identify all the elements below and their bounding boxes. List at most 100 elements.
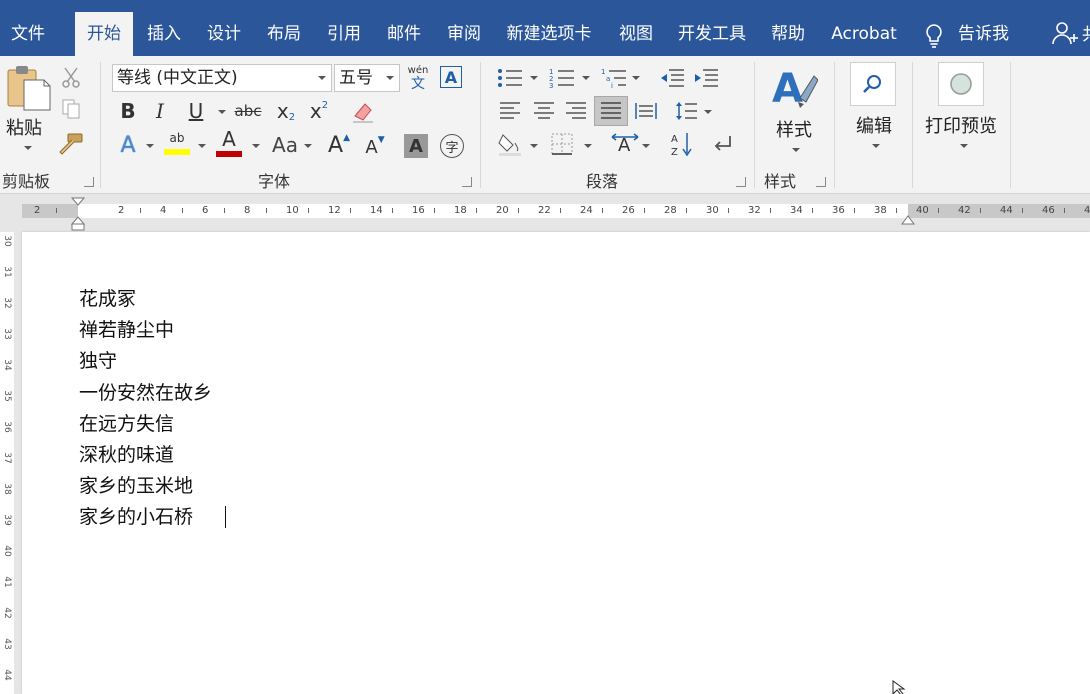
- share-button[interactable]: 共: [1052, 20, 1090, 50]
- tell-me-box[interactable]: 告诉我: [922, 12, 1022, 56]
- phonetic-guide-icon[interactable]: wén 文: [404, 62, 432, 94]
- editing-dropdown-icon[interactable]: [872, 144, 880, 148]
- decrease-indent-icon[interactable]: [658, 66, 686, 90]
- align-center-icon[interactable]: [530, 98, 558, 124]
- document-text-line[interactable]: 在远方失信: [79, 409, 174, 436]
- clear-formatting-icon[interactable]: [350, 100, 376, 124]
- font-name-field[interactable]: 等线 (中文正文): [112, 64, 332, 92]
- svg-text:A: A: [772, 66, 803, 112]
- format-painter-icon[interactable]: [58, 132, 84, 156]
- tab-mailings[interactable]: 邮件: [376, 12, 432, 56]
- bullets-icon[interactable]: [496, 66, 524, 90]
- tab-review[interactable]: 审阅: [436, 12, 492, 56]
- asian-layout-icon[interactable]: A: [608, 130, 642, 158]
- increase-indent-icon[interactable]: [692, 66, 720, 90]
- document-page[interactable]: 花成冢禅若静尘中独守一份安然在故乡 在远方失信深秋的味道家乡的玉米地 家乡的小石桥: [22, 232, 1090, 694]
- document-text-line[interactable]: 一份安然在故乡: [79, 378, 212, 405]
- bold-button[interactable]: B: [116, 98, 140, 124]
- tab-design[interactable]: 设计: [196, 12, 252, 56]
- tab-new-tab[interactable]: 新建选项卡: [496, 12, 602, 56]
- justify-icon[interactable]: [594, 96, 628, 126]
- text-effects-icon[interactable]: A: [114, 132, 142, 158]
- change-case-dropdown-icon[interactable]: [304, 144, 312, 148]
- numbering-dropdown-icon[interactable]: [582, 76, 590, 80]
- bullets-dropdown-icon[interactable]: [530, 76, 538, 80]
- svg-text:3: 3: [549, 82, 553, 89]
- styles-launcher-icon[interactable]: [816, 177, 826, 187]
- multilevel-list-icon[interactable]: 1ai: [600, 66, 628, 90]
- document-text-line[interactable]: 禅若静尘中: [79, 315, 174, 342]
- first-line-indent-marker[interactable]: [70, 196, 86, 232]
- editing-label[interactable]: 编辑: [856, 112, 892, 138]
- numbering-icon[interactable]: 123: [548, 66, 576, 90]
- document-text-line[interactable]: 花成冢: [79, 284, 136, 311]
- borders-dropdown-icon[interactable]: [584, 144, 592, 148]
- horizontal-ruler[interactable]: 2 2 4 6 8 10 12 14 16 18 20 22 24 26 28 30 32 34 36 38 40 42 4…: [0, 196, 1090, 232]
- right-indent-marker[interactable]: [900, 214, 916, 226]
- styles-label[interactable]: 样式: [776, 116, 812, 142]
- font-launcher-icon[interactable]: [462, 177, 472, 187]
- align-left-icon[interactable]: [496, 98, 524, 124]
- styles-icon[interactable]: A: [770, 62, 818, 114]
- character-border-icon[interactable]: A: [440, 66, 462, 88]
- paragraph-launcher-icon[interactable]: [736, 177, 746, 187]
- cut-icon[interactable]: [60, 66, 82, 88]
- paste-dropdown-icon[interactable]: [24, 146, 32, 150]
- superscript-button[interactable]: x2: [306, 98, 332, 124]
- subscript-button[interactable]: x2: [274, 98, 298, 124]
- font-color-dropdown-icon[interactable]: [252, 144, 260, 148]
- font-size-dropdown-icon[interactable]: [386, 76, 394, 80]
- tab-view[interactable]: 视图: [608, 12, 664, 56]
- font-color-icon[interactable]: A: [214, 128, 244, 158]
- highlight-color-icon[interactable]: ab: [162, 128, 192, 158]
- print-preview-label[interactable]: 打印预览: [925, 112, 997, 138]
- grow-font-button[interactable]: A ▲: [326, 132, 352, 158]
- vertical-ruler-tick-label: 31: [2, 266, 12, 278]
- paste-icon[interactable]: [6, 64, 52, 112]
- shading-icon[interactable]: [496, 130, 524, 158]
- character-shading-button[interactable]: A: [404, 134, 428, 158]
- text-effects-dropdown-icon[interactable]: [146, 144, 154, 148]
- tab-layout[interactable]: 布局: [256, 12, 312, 56]
- italic-button[interactable]: I: [148, 98, 172, 124]
- phonetic-bottom: 文: [411, 75, 425, 92]
- sort-icon[interactable]: AZ: [668, 130, 696, 158]
- line-spacing-icon[interactable]: [672, 98, 700, 124]
- shrink-font-button[interactable]: A ▼: [362, 134, 388, 160]
- strikethrough-button[interactable]: abc: [232, 98, 264, 124]
- document-text-line[interactable]: 深秋的味道: [79, 440, 174, 467]
- show-formatting-marks-icon[interactable]: [708, 130, 736, 158]
- enclose-characters-button[interactable]: 字: [440, 134, 464, 158]
- tab-home[interactable]: 开始: [75, 12, 133, 58]
- distributed-icon[interactable]: [632, 98, 660, 124]
- tab-help[interactable]: 帮助: [760, 12, 816, 56]
- ruler-minor-mark: [140, 208, 141, 213]
- print-preview-dropdown-icon[interactable]: [960, 144, 968, 148]
- borders-icon[interactable]: [548, 130, 576, 158]
- tab-insert[interactable]: 插入: [136, 12, 192, 56]
- align-right-icon[interactable]: [562, 98, 590, 124]
- clipboard-launcher-icon[interactable]: [84, 177, 94, 187]
- underline-button[interactable]: U: [184, 98, 208, 124]
- change-case-button[interactable]: Aa: [268, 132, 302, 158]
- font-name-dropdown-icon[interactable]: [318, 76, 326, 80]
- document-text-line[interactable]: 家乡的玉米地: [79, 471, 193, 498]
- highlight-dropdown-icon[interactable]: [198, 144, 206, 148]
- multilevel-dropdown-icon[interactable]: [632, 76, 640, 80]
- tab-file[interactable]: 文件: [0, 12, 56, 56]
- document-text-line[interactable]: 独守: [79, 346, 117, 373]
- find-icon[interactable]: [850, 62, 896, 106]
- asian-layout-dropdown-icon[interactable]: [642, 144, 650, 148]
- tab-developer[interactable]: 开发工具: [668, 12, 756, 56]
- tab-references[interactable]: 引用: [316, 12, 372, 56]
- copy-icon[interactable]: [60, 98, 82, 120]
- print-preview-icon[interactable]: [938, 62, 984, 106]
- styles-dropdown-icon[interactable]: [792, 148, 800, 152]
- document-text-line[interactable]: 家乡的小石桥: [79, 502, 193, 529]
- shading-dropdown-icon[interactable]: [530, 144, 538, 148]
- underline-dropdown-icon[interactable]: [218, 110, 226, 114]
- paste-label[interactable]: 粘贴: [6, 114, 42, 140]
- tab-acrobat[interactable]: Acrobat: [822, 12, 906, 56]
- group-divider: [754, 62, 755, 188]
- line-spacing-dropdown-icon[interactable]: [704, 110, 712, 114]
